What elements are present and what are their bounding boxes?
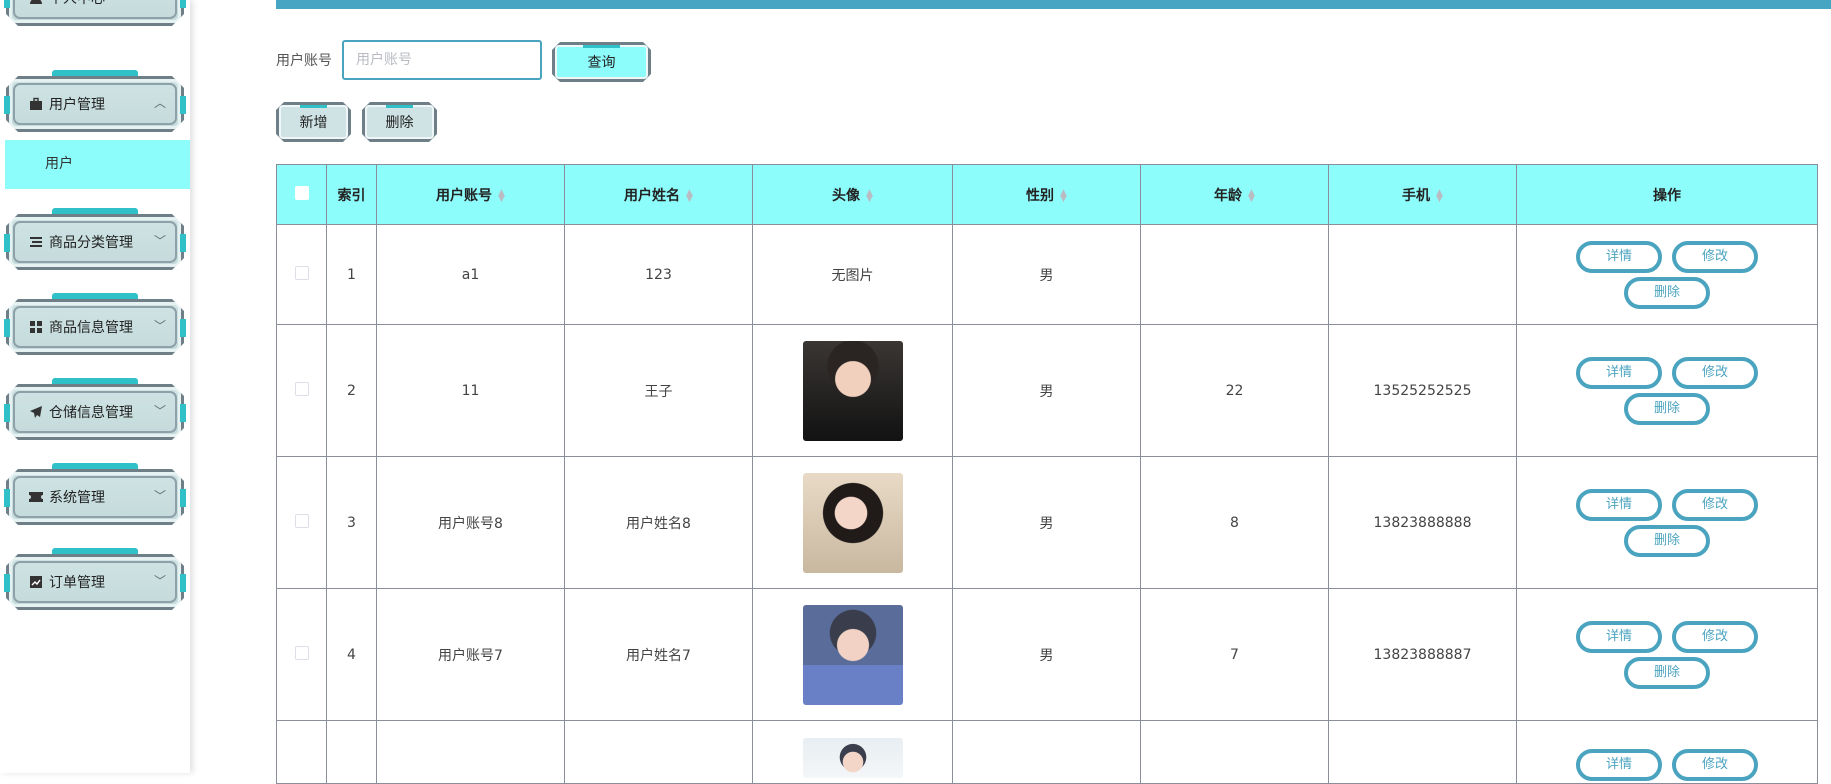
col-actions: 操作 bbox=[1516, 164, 1818, 225]
detail-button[interactable]: 详情 bbox=[1576, 620, 1662, 653]
delete-button[interactable]: 删除 bbox=[1624, 524, 1710, 557]
menu-warehouse-management[interactable]: 仓储信息管理 ﹀ bbox=[4, 378, 186, 440]
select-all-checkbox[interactable] bbox=[294, 185, 309, 200]
sort-icon[interactable]: ▲ ▼ bbox=[1060, 188, 1067, 203]
delete-button[interactable]: 删除 bbox=[1624, 392, 1710, 425]
batch-delete-button[interactable]: 删除 bbox=[362, 102, 437, 142]
edit-button[interactable]: 修改 bbox=[1672, 356, 1758, 389]
row-checkbox[interactable] bbox=[294, 265, 309, 280]
chart-icon bbox=[28, 574, 44, 590]
search-label: 用户账号 bbox=[276, 53, 332, 69]
edit-button[interactable]: 修改 bbox=[1672, 749, 1758, 781]
sort-icon[interactable]: ▲ ▼ bbox=[1248, 188, 1255, 203]
menu-category-management[interactable]: 商品分类管理 ﹀ bbox=[4, 208, 186, 270]
row-checkbox[interactable] bbox=[294, 645, 309, 660]
col-name[interactable]: 用户姓名 ▲ ▼ bbox=[564, 164, 753, 225]
sort-icon[interactable]: ▲ ▼ bbox=[866, 188, 873, 203]
avatar-placeholder: 无图片 bbox=[752, 224, 953, 325]
grid-icon bbox=[28, 319, 44, 335]
menu-label: 系统管理 bbox=[49, 490, 105, 506]
avatar-image bbox=[802, 604, 903, 705]
col-age[interactable]: 年龄 ▲ ▼ bbox=[1140, 164, 1329, 225]
delete-button[interactable]: 删除 bbox=[1624, 276, 1710, 309]
col-gender[interactable]: 性别 ▲ ▼ bbox=[952, 164, 1141, 225]
detail-button[interactable]: 详情 bbox=[1576, 240, 1662, 273]
list-icon bbox=[28, 234, 44, 250]
user-icon bbox=[28, 0, 44, 6]
col-index: 索引 bbox=[326, 164, 377, 225]
detail-button[interactable]: 详情 bbox=[1576, 488, 1662, 521]
sort-icon[interactable]: ▲ ▼ bbox=[1436, 188, 1443, 203]
submenu-item-user[interactable]: 用户 bbox=[5, 140, 190, 189]
briefcase-icon bbox=[28, 96, 44, 112]
sort-icon[interactable]: ▲ ▼ bbox=[498, 188, 505, 203]
edit-button[interactable]: 修改 bbox=[1672, 240, 1758, 273]
menu-label: 商品信息管理 bbox=[49, 320, 133, 336]
ticket-icon bbox=[28, 489, 44, 505]
send-icon bbox=[28, 404, 44, 420]
menu-product-management[interactable]: 商品信息管理 ﹀ bbox=[4, 293, 186, 355]
sort-icon[interactable]: ▲ ▼ bbox=[686, 188, 693, 203]
add-button[interactable]: 新增 bbox=[276, 102, 351, 142]
col-phone[interactable]: 手机 ▲ ▼ bbox=[1328, 164, 1517, 225]
menu-personal-center[interactable]: 个人中心 ﹀ bbox=[4, 0, 186, 26]
table-header-row: 索引 用户账号 ▲ ▼ 用户姓名 ▲ ▼ 头像 ▲ ▼ 性别 ▲ ▼ 年龄 ▲ ▼ 手机 ▲ ▼ 操作 bbox=[276, 164, 1818, 225]
menu-user-management[interactable]: 用户管理 ︿ bbox=[4, 70, 186, 132]
search-input[interactable] bbox=[342, 40, 542, 80]
col-account[interactable]: 用户账号 ▲ ▼ bbox=[376, 164, 565, 225]
chevron-down-icon: ﹀ bbox=[153, 404, 166, 418]
chevron-down-icon: ﹀ bbox=[154, 0, 166, 5]
avatar-image bbox=[802, 738, 903, 778]
detail-button[interactable]: 详情 bbox=[1576, 356, 1662, 389]
chevron-down-icon: ﹀ bbox=[153, 574, 166, 588]
row-checkbox[interactable] bbox=[294, 381, 309, 396]
top-bar bbox=[276, 0, 1831, 9]
menu-label: 商品分类管理 bbox=[49, 235, 133, 251]
table-row: 2 11 王子 男 22 13525252525 详情 修改删除 bbox=[276, 324, 1818, 457]
menu-label: 仓储信息管理 bbox=[49, 405, 133, 421]
user-table: 索引 用户账号 ▲ ▼ 用户姓名 ▲ ▼ 头像 ▲ ▼ 性别 ▲ ▼ 年龄 ▲ ▼ 手机 ▲ ▼ 操作 … bbox=[276, 164, 1818, 784]
chevron-down-icon: ﹀ bbox=[153, 489, 166, 503]
col-avatar[interactable]: 头像 ▲ ▼ bbox=[752, 164, 953, 225]
delete-button[interactable]: 删除 bbox=[1624, 656, 1710, 689]
avatar-image bbox=[802, 340, 903, 441]
chevron-up-icon: ︿ bbox=[153, 96, 166, 110]
table-row: 3 用户账号8 用户姓名8 男 8 13823888888 详情 修改删除 bbox=[276, 456, 1818, 589]
sidebar: 个人中心 ﹀ 用户管理 ︿ 用户 商品分类管理 ﹀ bbox=[0, 0, 190, 773]
row-checkbox[interactable] bbox=[294, 513, 309, 528]
detail-button[interactable]: 详情 bbox=[1576, 749, 1662, 781]
menu-label: 个人中心 bbox=[49, 0, 105, 8]
menu-label: 订单管理 bbox=[49, 575, 105, 591]
chevron-down-icon: ﹀ bbox=[153, 319, 166, 333]
table-row: 1 a1 123 无图片 男 详情 修改删除 bbox=[276, 224, 1818, 325]
edit-button[interactable]: 修改 bbox=[1672, 620, 1758, 653]
menu-order-management[interactable]: 订单管理 ﹀ bbox=[4, 548, 186, 610]
edit-button[interactable]: 修改 bbox=[1672, 488, 1758, 521]
table-row: 4 用户账号7 用户姓名7 男 7 13823888887 详情 修改删除 bbox=[276, 588, 1818, 721]
query-button[interactable]: 查询 bbox=[552, 42, 651, 82]
menu-label: 用户管理 bbox=[49, 97, 105, 113]
chevron-down-icon: ﹀ bbox=[153, 234, 166, 248]
table-row: 详情 修改 bbox=[276, 720, 1818, 784]
avatar-image bbox=[802, 472, 903, 573]
submenu-label: 用户 bbox=[45, 156, 73, 172]
menu-system-management[interactable]: 系统管理 ﹀ bbox=[4, 463, 186, 525]
